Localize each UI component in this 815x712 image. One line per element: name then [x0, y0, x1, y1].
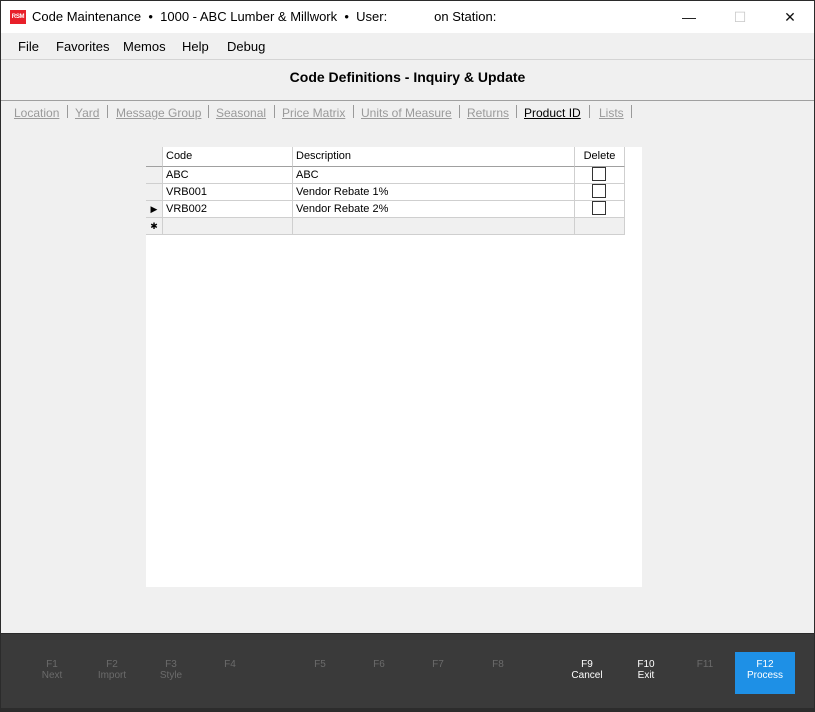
window-title: Code Maintenance • 1000 - ABC Lumber & M…	[32, 9, 497, 24]
tab-divider	[67, 105, 68, 118]
tab-lists[interactable]: Lists	[599, 106, 624, 120]
delete-checkbox[interactable]	[592, 167, 606, 181]
description-cell[interactable]: Vendor Rebate 2%	[293, 201, 575, 218]
title-bar: RSM Code Maintenance • 1000 - ABC Lumber…	[1, 1, 814, 33]
f8-key-label: F8	[492, 659, 504, 670]
tab-divider	[631, 105, 632, 118]
delete-checkbox[interactable]	[592, 201, 606, 215]
f6-key-label: F6	[373, 659, 385, 670]
f6-button[interactable]: F6	[350, 652, 408, 694]
menu-help[interactable]: Help	[182, 39, 209, 54]
row-selector[interactable]	[146, 167, 163, 184]
f9-cancel-button[interactable]: F9 Cancel	[558, 652, 616, 694]
tab-price-matrix[interactable]: Price Matrix	[282, 106, 345, 120]
code-cell[interactable]: VRB002	[163, 201, 293, 218]
f9-key-label: F9	[581, 659, 593, 670]
app-logo-icon: RSM	[10, 10, 26, 24]
description-cell[interactable]: Vendor Rebate 1%	[293, 184, 575, 201]
delete-cell	[575, 201, 625, 218]
column-header-code[interactable]: Code	[163, 147, 293, 167]
f7-button[interactable]: F7	[409, 652, 467, 694]
new-description-cell[interactable]	[293, 218, 575, 235]
f1-key-label: F1	[46, 659, 58, 670]
delete-checkbox[interactable]	[592, 184, 606, 198]
tab-divider	[516, 105, 517, 118]
f12-process-button[interactable]: F12 Process	[735, 652, 795, 694]
page-title: Code Definitions - Inquiry & Update	[289, 69, 526, 85]
f2-action-label: Import	[97, 670, 127, 681]
menu-favorites[interactable]: Favorites	[56, 39, 109, 54]
tab-divider	[107, 105, 108, 118]
tab-seasonal[interactable]: Seasonal	[216, 106, 266, 120]
tab-location[interactable]: Location	[14, 106, 59, 120]
f10-exit-button[interactable]: F10 Exit	[617, 652, 675, 694]
tab-divider	[353, 105, 354, 118]
f3-action-label: Style	[159, 670, 183, 681]
new-row-asterisk-icon[interactable]: ✱	[146, 218, 163, 235]
f3-key-label: F3	[165, 659, 177, 670]
f10-action-label: Exit	[637, 670, 655, 681]
menu-debug[interactable]: Debug	[227, 39, 265, 54]
f5-key-label: F5	[314, 659, 326, 670]
bottom-strip	[1, 708, 814, 711]
tab-message-group[interactable]: Message Group	[116, 106, 201, 120]
f1-next-button[interactable]: F1 Next	[23, 652, 81, 694]
menu-memos[interactable]: Memos	[123, 39, 166, 54]
tab-units-of-measure[interactable]: Units of Measure	[361, 106, 452, 120]
tab-yard[interactable]: Yard	[75, 106, 99, 120]
code-cell[interactable]: VRB001	[163, 184, 293, 201]
tab-strip: Location Yard Message Group Seasonal Pri…	[1, 102, 814, 124]
tab-divider	[589, 105, 590, 118]
content-area: Code Description Delete ABC ABC VRB001 V…	[1, 124, 814, 633]
row-selector-header[interactable]	[146, 147, 163, 167]
f5-button[interactable]: F5	[291, 652, 349, 694]
f4-button[interactable]: F4	[201, 652, 259, 694]
f1-action-label: Next	[41, 670, 63, 681]
f11-button[interactable]: F11	[676, 652, 734, 694]
tab-product-id[interactable]: Product ID	[524, 106, 581, 120]
tab-divider	[274, 105, 275, 118]
tab-divider	[208, 105, 209, 118]
current-row-arrow-icon[interactable]: ▶	[146, 201, 163, 218]
new-code-cell[interactable]	[163, 218, 293, 235]
f11-key-label: F11	[696, 659, 714, 670]
column-header-delete[interactable]: Delete	[575, 147, 625, 167]
function-key-bar: F1 Next F2 Import F3 Style F4 F5 F6 F7 F…	[1, 633, 814, 711]
f3-style-button[interactable]: F3 Style	[142, 652, 200, 694]
f9-action-label: Cancel	[571, 670, 603, 681]
f2-import-button[interactable]: F2 Import	[83, 652, 141, 694]
delete-cell	[575, 167, 625, 184]
code-cell[interactable]: ABC	[163, 167, 293, 184]
maximize-button[interactable]: ☐	[717, 1, 763, 33]
f10-key-label: F10	[637, 659, 655, 670]
delete-cell	[575, 184, 625, 201]
code-maintenance-window: RSM Code Maintenance • 1000 - ABC Lumber…	[0, 0, 815, 712]
column-header-description[interactable]: Description	[293, 147, 575, 167]
f12-key-label: F12	[756, 659, 774, 670]
menu-file[interactable]: File	[18, 39, 39, 54]
tab-divider	[459, 105, 460, 118]
f8-button[interactable]: F8	[469, 652, 527, 694]
menu-bar: File Favorites Memos Help Debug	[1, 33, 814, 59]
row-selector[interactable]	[146, 184, 163, 201]
f12-action-label: Process	[746, 670, 784, 681]
page-header: Code Definitions - Inquiry & Update	[1, 59, 814, 101]
f2-key-label: F2	[106, 659, 118, 670]
tab-returns[interactable]: Returns	[467, 106, 509, 120]
minimize-button[interactable]: —	[666, 1, 712, 33]
description-cell[interactable]: ABC	[293, 167, 575, 184]
new-delete-cell[interactable]	[575, 218, 625, 235]
f4-key-label: F4	[224, 659, 236, 670]
close-button[interactable]: ✕	[767, 1, 813, 33]
codes-grid-panel: Code Description Delete ABC ABC VRB001 V…	[146, 147, 642, 587]
f7-key-label: F7	[432, 659, 444, 670]
